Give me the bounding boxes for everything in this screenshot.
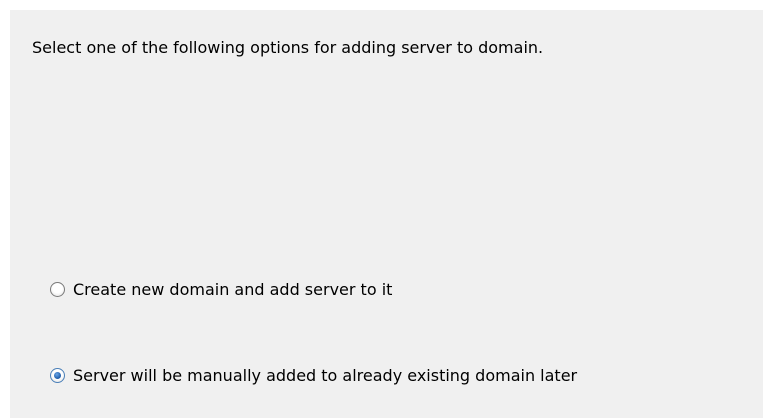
radio-label-manually-add-later[interactable]: Server will be manually added to already… <box>73 366 577 385</box>
domain-options-panel: Select one of the following options for … <box>10 10 763 418</box>
radio-option-create-new-domain[interactable]: Create new domain and add server to it <box>50 280 392 299</box>
radio-button-checked-icon[interactable] <box>50 368 65 383</box>
radio-selected-dot-icon <box>54 372 61 379</box>
radio-button-unchecked-icon[interactable] <box>50 282 65 297</box>
instruction-text: Select one of the following options for … <box>32 38 544 57</box>
radio-label-create-new-domain[interactable]: Create new domain and add server to it <box>73 280 392 299</box>
radio-option-manually-add-later[interactable]: Server will be manually added to already… <box>50 366 577 385</box>
